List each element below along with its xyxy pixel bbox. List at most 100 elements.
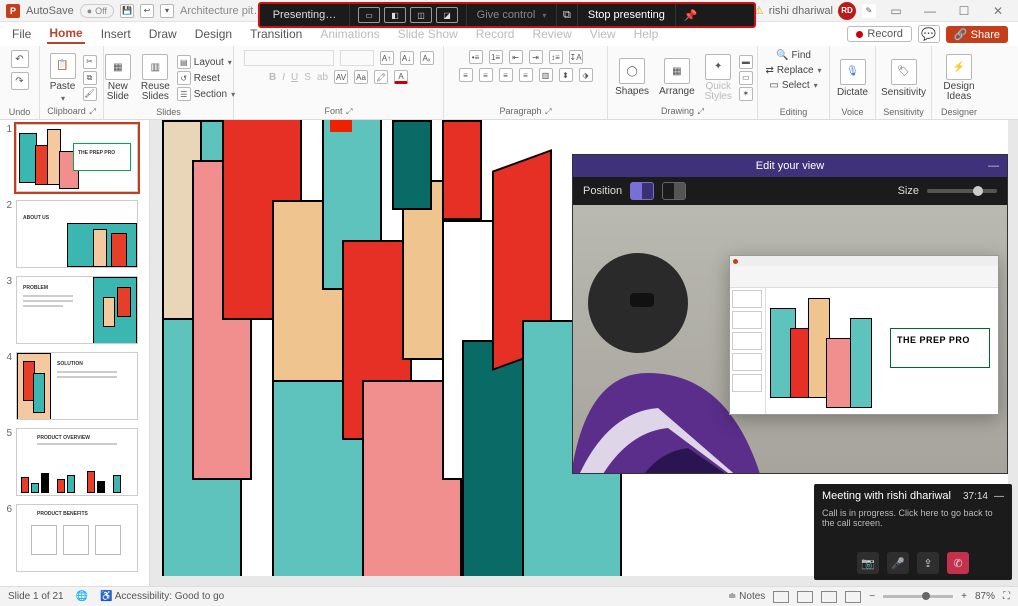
highlight-icon[interactable]: 🖍 bbox=[374, 70, 388, 84]
qa-icon[interactable]: ↩ bbox=[140, 4, 154, 18]
smartart-icon[interactable]: ⬗ bbox=[579, 68, 593, 82]
zoom-in-button[interactable]: + bbox=[961, 591, 967, 602]
comments-button[interactable]: 💬 bbox=[918, 25, 940, 43]
columns-icon[interactable]: ▥ bbox=[539, 68, 553, 82]
tab-home[interactable]: Home bbox=[47, 24, 84, 44]
copy-icon[interactable]: ⧉ bbox=[83, 71, 97, 85]
thumbnail-5[interactable]: 5 PRODUCT OVERVIEW bbox=[2, 428, 143, 496]
change-case-icon[interactable]: Aa bbox=[354, 70, 368, 84]
shape-effects-icon[interactable]: ✶ bbox=[739, 87, 753, 101]
italic-button[interactable]: I bbox=[282, 72, 285, 83]
new-slide-button[interactable]: ▦New Slide bbox=[102, 54, 134, 102]
find-button[interactable]: 🔍Find bbox=[776, 50, 811, 61]
dictate-button[interactable]: 🎙Dictate bbox=[834, 59, 871, 98]
record-button[interactable]: Record bbox=[847, 26, 911, 42]
layout-reporter-icon[interactable]: ◪ bbox=[436, 7, 458, 23]
bullets-icon[interactable]: •≡ bbox=[469, 50, 483, 64]
numbering-icon[interactable]: 1≡ bbox=[489, 50, 503, 64]
replace-button[interactable]: ⇄Replace▾ bbox=[765, 65, 821, 76]
sorter-view-icon[interactable] bbox=[797, 591, 813, 603]
ink-icon[interactable]: ✎ bbox=[862, 4, 876, 18]
format-painter-icon[interactable]: 🖌 bbox=[83, 87, 97, 101]
clear-format-icon[interactable]: Aₓ bbox=[420, 51, 434, 65]
window-settings-icon[interactable]: ▭ bbox=[882, 4, 910, 18]
share-button[interactable]: 🔗 Share bbox=[946, 26, 1008, 43]
window-minimize-icon[interactable]: — bbox=[916, 4, 944, 18]
tab-insert[interactable]: Insert bbox=[99, 25, 133, 43]
window-close-icon[interactable]: ✕ bbox=[984, 4, 1012, 18]
layout-button[interactable]: ▤Layout▾ bbox=[177, 55, 235, 69]
layout-standout-icon[interactable]: ◧ bbox=[384, 7, 406, 23]
arrange-button[interactable]: ▦Arrange bbox=[656, 58, 698, 97]
thumbnail-4[interactable]: 4 SOLUTION bbox=[2, 352, 143, 420]
thumbnail-1[interactable]: 1 THE PREP PRO bbox=[2, 124, 143, 192]
layout-side-by-side-icon[interactable]: ◫ bbox=[410, 7, 432, 23]
indent-increase-icon[interactable]: ⇥ bbox=[529, 50, 543, 64]
cut-icon[interactable]: ✂ bbox=[83, 55, 97, 69]
shape-outline-icon[interactable]: ▭ bbox=[739, 71, 753, 85]
window-maximize-icon[interactable]: ☐ bbox=[950, 4, 978, 18]
align-center-icon[interactable]: ≡ bbox=[479, 68, 493, 82]
line-spacing-icon[interactable]: ↕≡ bbox=[549, 50, 563, 64]
redo-icon[interactable]: ↷ bbox=[11, 72, 29, 90]
decrease-font-icon[interactable]: A↓ bbox=[400, 51, 414, 65]
increase-font-icon[interactable]: A↑ bbox=[380, 51, 394, 65]
font-name-select[interactable] bbox=[244, 50, 334, 66]
slideshow-view-icon[interactable] bbox=[845, 591, 861, 603]
pin-toolbar-icon[interactable]: 📌 bbox=[676, 4, 706, 26]
normal-view-icon[interactable] bbox=[773, 591, 789, 603]
toast-minimize-icon[interactable]: — bbox=[994, 491, 1004, 502]
position-left-button[interactable] bbox=[630, 182, 654, 200]
toggle-camera-button[interactable]: 📷 bbox=[857, 552, 879, 574]
section-button[interactable]: ☰Section▾ bbox=[177, 87, 235, 101]
select-button[interactable]: ▭Select▾ bbox=[769, 80, 817, 91]
shapes-button[interactable]: ◯Shapes bbox=[612, 58, 652, 97]
align-left-icon[interactable]: ≡ bbox=[459, 68, 473, 82]
align-right-icon[interactable]: ≡ bbox=[499, 68, 513, 82]
bold-button[interactable]: B bbox=[269, 72, 276, 83]
position-right-button[interactable] bbox=[662, 182, 686, 200]
align-text-icon[interactable]: ⬍ bbox=[559, 68, 573, 82]
tab-design[interactable]: Design bbox=[193, 25, 234, 43]
stop-presenting-button[interactable]: Stop presenting bbox=[578, 4, 676, 26]
thumbnail-3[interactable]: 3 PROBLEM bbox=[2, 276, 143, 344]
reading-view-icon[interactable] bbox=[821, 591, 837, 603]
tab-file[interactable]: File bbox=[10, 25, 33, 43]
slide-canvas-area[interactable]: Edit your view — Position Size bbox=[150, 120, 1018, 586]
font-color-icon[interactable]: A bbox=[394, 70, 408, 84]
text-direction-icon[interactable]: ↧A bbox=[569, 50, 583, 64]
thumbnail-6[interactable]: 6 PRODUCT BENEFITS bbox=[2, 504, 143, 572]
undo-icon[interactable]: ↶ bbox=[11, 50, 29, 68]
size-slider[interactable] bbox=[927, 189, 997, 193]
hang-up-button[interactable]: ✆ bbox=[947, 552, 969, 574]
underline-button[interactable]: U bbox=[291, 72, 298, 83]
fit-to-window-icon[interactable]: ⛶ bbox=[1003, 591, 1010, 602]
font-size-select[interactable] bbox=[340, 50, 374, 66]
layout-content-only-icon[interactable]: ▭ bbox=[358, 7, 380, 23]
qa-more-icon[interactable]: ▾ bbox=[160, 4, 174, 18]
language-icon[interactable]: 🌐 bbox=[76, 591, 88, 602]
reset-button[interactable]: ↺Reset bbox=[177, 71, 235, 85]
edit-your-view-header[interactable]: Edit your view — bbox=[573, 155, 1007, 177]
give-control-button[interactable]: Give control▾ bbox=[467, 4, 557, 26]
shape-fill-icon[interactable]: ▬ bbox=[739, 55, 753, 69]
design-ideas-button[interactable]: ⚡Design Ideas bbox=[940, 54, 977, 102]
indent-decrease-icon[interactable]: ⇤ bbox=[509, 50, 523, 64]
toggle-mic-button[interactable]: 🎤 bbox=[887, 552, 909, 574]
accessibility-status[interactable]: ♿ Accessibility: Good to go bbox=[100, 591, 224, 602]
tab-draw[interactable]: Draw bbox=[147, 25, 179, 43]
slide-thumbnail-panel[interactable]: 1 THE PREP PRO 2 ABOUT US 3 PROBLEM 4 bbox=[0, 120, 150, 586]
strike-button[interactable]: S bbox=[304, 72, 311, 83]
thumbnail-2[interactable]: 2 ABOUT US bbox=[2, 200, 143, 268]
zoom-slider[interactable] bbox=[883, 595, 953, 598]
zoom-level[interactable]: 87% bbox=[975, 591, 995, 602]
sensitivity-button[interactable]: 🏷Sensitivity bbox=[878, 59, 929, 98]
notes-button[interactable]: ≐ Notes bbox=[728, 591, 765, 602]
share-screen-button[interactable]: ⇪ bbox=[917, 552, 939, 574]
quick-styles-button[interactable]: ✦Quick Styles bbox=[702, 54, 735, 102]
current-user[interactable]: ⚠ rishi dhariwal RD bbox=[754, 2, 856, 20]
paste-button[interactable]: 📋Paste▾ bbox=[47, 53, 79, 103]
autosave-toggle[interactable]: ● Off bbox=[80, 4, 114, 18]
shadow-text-icon[interactable]: ab bbox=[317, 72, 328, 83]
justify-icon[interactable]: ≡ bbox=[519, 68, 533, 82]
